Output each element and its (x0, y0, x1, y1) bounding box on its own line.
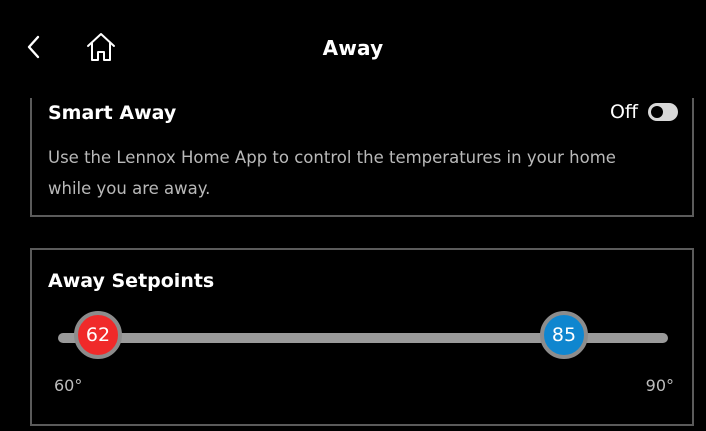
away-setpoints-card: Away Setpoints 62 85 60° 90° (30, 248, 694, 426)
range-min-label: 60° (54, 376, 83, 395)
cool-setpoint-handle[interactable]: 85 (540, 311, 588, 359)
smart-away-card: Smart Away Off Use the Lennox Home App t… (30, 98, 694, 217)
screen: Away Smart Away Off Use the Lennox Home … (0, 0, 706, 431)
page-title: Away (322, 36, 384, 60)
toggle-state-label: Off (609, 101, 638, 123)
smart-away-label: Smart Away (48, 102, 177, 124)
toggle-switch[interactable] (648, 103, 678, 121)
range-max-label: 90° (645, 376, 674, 395)
toggle-knob (651, 106, 663, 118)
away-setpoints-label: Away Setpoints (48, 270, 215, 292)
smart-away-description: Use the Lennox Home App to control the t… (48, 148, 616, 198)
heat-setpoint-handle[interactable]: 62 (74, 311, 122, 359)
smart-away-toggle[interactable]: Off (610, 101, 678, 123)
